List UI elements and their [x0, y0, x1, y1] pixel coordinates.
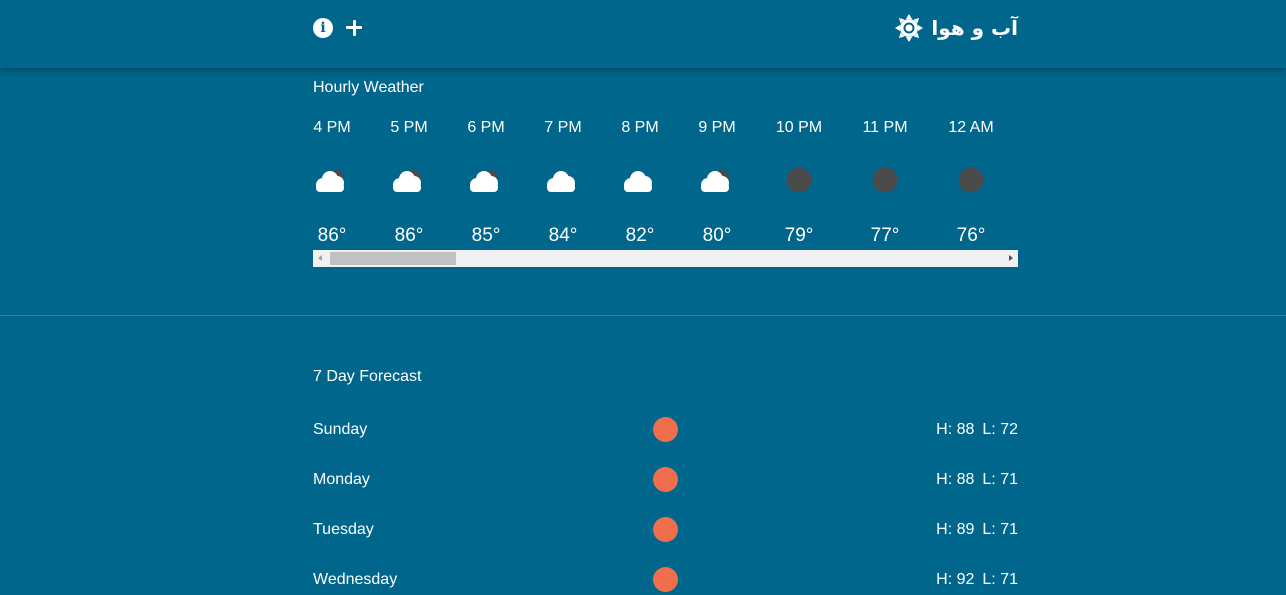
- hourly-time: 9 PM: [698, 119, 736, 136]
- hourly-weather-title: Hourly Weather: [313, 79, 424, 96]
- forecast-day-row[interactable]: Monday H: 88 L: 71: [313, 465, 1018, 495]
- forecast-high: H: 88: [936, 421, 975, 438]
- forecast-high-low: H: 88 L: 71: [936, 471, 1018, 489]
- hourly-temperature: 80°: [702, 225, 732, 246]
- hourly-temperature: 77°: [870, 225, 900, 246]
- forecast-low: L: 71: [982, 521, 1018, 538]
- header-actions: i: [313, 17, 365, 39]
- forecast-high-low: H: 88 L: 72: [936, 421, 1018, 439]
- clear-night-icon: [786, 167, 812, 198]
- partly-cloudy-night-icon: [698, 167, 736, 198]
- forecast-day-name: Tuesday: [313, 521, 374, 538]
- forecast-high: H: 89: [936, 521, 975, 538]
- forecast-high: H: 88: [936, 471, 975, 488]
- hourly-time: 7 PM: [544, 119, 582, 136]
- sun-icon: [653, 467, 678, 492]
- forecast-day-row[interactable]: Tuesday H: 89 L: 71: [313, 515, 1018, 545]
- header-brand: آب و هوا: [895, 14, 1018, 42]
- hourly-temperature: 85°: [471, 225, 501, 246]
- forecast-day-name: Sunday: [313, 421, 368, 438]
- forecast-day-row[interactable]: Sunday H: 88 L: 72: [313, 415, 1018, 445]
- sun-icon: [895, 14, 924, 42]
- forecast-high-low: H: 92 L: 71: [936, 571, 1018, 589]
- add-icon[interactable]: [343, 17, 365, 39]
- seven-day-forecast-title: 7 Day Forecast: [313, 368, 422, 385]
- hourly-scrollbar[interactable]: [313, 250, 1018, 267]
- hourly-temperature: 79°: [784, 225, 814, 246]
- hourly-time: 6 PM: [467, 119, 505, 136]
- app-title: آب و هوا: [931, 16, 1018, 40]
- sun-icon: [653, 417, 678, 442]
- hourly-temperature: 86°: [394, 225, 424, 246]
- hourly-temperature: 86°: [317, 225, 347, 246]
- partly-cloudy-night-icon: [390, 167, 428, 198]
- cloud-icon: [621, 167, 659, 198]
- forecast-low: L: 72: [982, 421, 1018, 438]
- info-icon[interactable]: i: [313, 18, 333, 38]
- hourly-time: 12 AM: [948, 119, 994, 136]
- hourly-temperature: 76°: [956, 225, 986, 246]
- sun-icon: [653, 567, 678, 592]
- clear-night-icon: [958, 167, 984, 198]
- app-header: i آب و هوا: [0, 0, 1286, 68]
- scroll-left-arrow-icon[interactable]: [318, 255, 322, 261]
- forecast-high-low: H: 89 L: 71: [936, 521, 1018, 539]
- forecast-day-name: Monday: [313, 471, 370, 488]
- hourly-time: 10 PM: [775, 119, 823, 136]
- scrollbar-thumb[interactable]: [330, 252, 456, 265]
- forecast-low: L: 71: [982, 571, 1018, 588]
- hourly-time: 5 PM: [390, 119, 428, 136]
- forecast-day-name: Wednesday: [313, 571, 398, 588]
- clear-night-icon: [872, 167, 898, 198]
- forecast-low: L: 71: [982, 471, 1018, 488]
- sun-icon: [653, 517, 678, 542]
- hourly-temperature: 84°: [548, 225, 578, 246]
- partly-cloudy-night-icon: [467, 167, 505, 198]
- hourly-temperature: 82°: [625, 225, 655, 246]
- forecast-high: H: 92: [936, 571, 975, 588]
- forecast-day-row[interactable]: Wednesday H: 92 L: 71: [313, 565, 1018, 595]
- hourly-time: 4 PM: [313, 119, 351, 136]
- partly-cloudy-night-icon: [313, 167, 351, 198]
- scroll-right-arrow-icon[interactable]: [1009, 255, 1013, 261]
- hourly-time: 8 PM: [621, 119, 659, 136]
- cloud-icon: [544, 167, 582, 198]
- hourly-time: 11 PM: [862, 119, 908, 136]
- section-divider: [0, 315, 1286, 316]
- hourly-forecast-list[interactable]: 4 PM 86° 5 PM 86° 6 PM 85° 7 PM 84° 8 PM 82° 9 PM 8…: [313, 110, 1018, 250]
